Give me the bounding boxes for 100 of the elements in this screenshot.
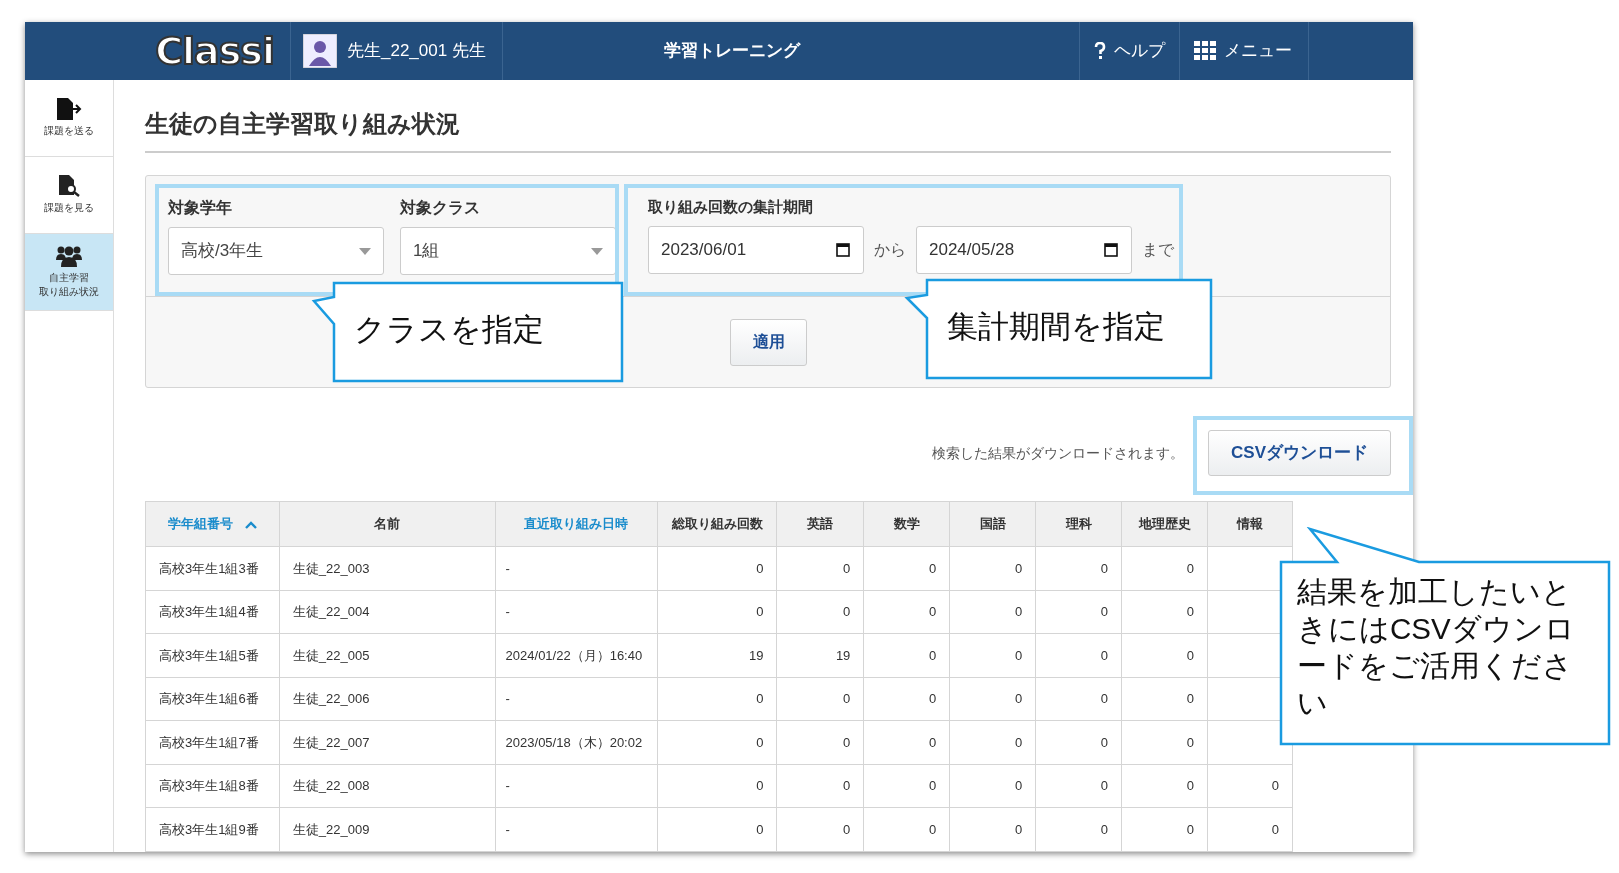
- table-cell: 高校3年生1組5番: [145, 633, 280, 678]
- table-cell: 0: [1121, 546, 1208, 591]
- table-cell: 19: [657, 633, 777, 678]
- table-cell: 0: [776, 807, 864, 852]
- table-cell: 0: [1121, 633, 1208, 678]
- date-field[interactable]: 2024/05/28: [916, 225, 1132, 274]
- table-cell: 高校3年生1組7番: [145, 720, 280, 765]
- table-cell: 0: [776, 720, 864, 765]
- table-cell: 0: [863, 764, 950, 808]
- avatar-icon: [303, 34, 337, 68]
- file-search-icon: [58, 175, 80, 197]
- column-header: 数学: [863, 501, 950, 547]
- csv-download-button[interactable]: CSVダウンロード: [1208, 430, 1391, 477]
- table-cell: 生徒_22_008: [279, 764, 496, 808]
- table-cell: 生徒_22_009: [279, 807, 496, 852]
- table-cell: 生徒_22_005: [279, 633, 496, 678]
- user-name[interactable]: 先生_22_001 先生: [347, 38, 486, 64]
- sidebar-item[interactable]: 自主学習 取り組み状況: [25, 234, 113, 311]
- sidebar-item[interactable]: 課題を送る: [25, 80, 113, 157]
- table-cell: 0: [1035, 590, 1122, 634]
- table-cell: 0: [1035, 764, 1122, 808]
- table-cell: 生徒_22_003: [279, 546, 496, 591]
- table-cell: 0: [1121, 720, 1208, 765]
- table-cell: 0: [1121, 807, 1208, 852]
- date-field[interactable]: 2023/06/01: [648, 225, 864, 274]
- table-cell: 高校3年生1組3番: [145, 546, 280, 591]
- table-cell: 0: [776, 546, 864, 591]
- download-note: 検索した結果がダウンロードされます。: [932, 443, 1184, 463]
- table-cell: -: [495, 807, 658, 852]
- table-cell: 0: [657, 546, 777, 591]
- table-cell: 生徒_22_007: [279, 720, 496, 765]
- table-cell: 0: [1121, 764, 1208, 808]
- table-cell: 高校3年生1組9番: [145, 807, 280, 852]
- caret-icon: [359, 247, 371, 255]
- field-label: 対象学年: [168, 198, 233, 219]
- table-cell: 0: [949, 590, 1036, 634]
- table-cell: 0: [1035, 546, 1122, 591]
- app-title: 学習トレーニング: [664, 40, 800, 63]
- table-cell: -: [495, 590, 658, 634]
- range-text: まで: [1142, 239, 1174, 260]
- sidebar-label: 課題を送る: [44, 124, 94, 138]
- table-cell: 高校3年生1組8番: [145, 764, 280, 808]
- page-title: 生徒の自主学習取り組み状況: [145, 108, 1391, 154]
- table-cell: 0: [949, 720, 1036, 765]
- callout: 集計期間を指定: [903, 278, 1213, 380]
- table-cell: 0: [949, 546, 1036, 591]
- table-cell: 0: [776, 590, 864, 634]
- table-cell: 0: [657, 720, 777, 765]
- range-text: から: [874, 239, 906, 260]
- table-cell: 0: [863, 633, 950, 678]
- caret-icon: [591, 247, 603, 255]
- column-header: 地理歴史: [1121, 501, 1208, 547]
- sort-up-icon: [244, 521, 257, 529]
- table-cell: 0: [1035, 807, 1122, 852]
- callout: クラスを指定: [310, 281, 624, 383]
- table-cell: 0: [949, 807, 1036, 852]
- table-cell: 高校3年生1組4番: [145, 590, 280, 634]
- help-link[interactable]: ヘルプ: [1114, 38, 1165, 64]
- group-icon: [56, 245, 82, 267]
- table-cell: 0: [776, 764, 864, 808]
- table-cell: 0: [657, 764, 777, 808]
- table-cell: 高校3年生1組6番: [145, 677, 280, 721]
- column-header: 理科: [1035, 501, 1122, 547]
- table-cell: 0: [863, 720, 950, 765]
- table-cell: 0: [1035, 677, 1122, 721]
- class-select[interactable]: 1組: [400, 227, 616, 276]
- help-icon: [1094, 42, 1106, 60]
- table-cell: 0: [949, 633, 1036, 678]
- sidebar-label: 取り組み状況: [39, 285, 99, 299]
- table-cell: 0: [657, 590, 777, 634]
- table-cell: 0: [949, 677, 1036, 721]
- column-header: 国語: [949, 501, 1036, 547]
- logo: Classi: [155, 32, 274, 70]
- table-cell: 0: [657, 807, 777, 852]
- table-cell: 0: [863, 807, 950, 852]
- grade-select[interactable]: 高校/3年生: [168, 227, 384, 276]
- calendar-icon: [836, 241, 850, 257]
- table-cell: 0: [863, 677, 950, 721]
- table-cell: 0: [657, 677, 777, 721]
- field-label: 取り組み回数の集計期間: [648, 197, 814, 218]
- table-cell: 0: [1207, 807, 1293, 852]
- table-cell: 0: [1035, 720, 1122, 765]
- table-cell: 19: [776, 633, 864, 678]
- grid-menu-icon: [1194, 41, 1216, 61]
- table-cell: -: [495, 764, 658, 808]
- table-cell: 0: [1207, 764, 1293, 808]
- sidebar-label: 課題を見る: [44, 201, 94, 215]
- table-cell: -: [495, 546, 658, 591]
- table-cell: -: [495, 677, 658, 721]
- table-cell: 生徒_22_006: [279, 677, 496, 721]
- column-header: 情報: [1207, 501, 1293, 547]
- apply-button[interactable]: 適用: [730, 318, 807, 366]
- table-cell: 0: [1121, 677, 1208, 721]
- column-header: 名前: [279, 501, 496, 547]
- table-cell: 0: [863, 546, 950, 591]
- table-cell: 0: [1121, 590, 1208, 634]
- column-header: 英語: [776, 501, 864, 547]
- callout: 結果を加工したいときにはCSVダウンロードをご活用ください: [1279, 527, 1611, 746]
- table-cell: 0: [863, 590, 950, 634]
- menu-link[interactable]: メニュー: [1224, 38, 1292, 64]
